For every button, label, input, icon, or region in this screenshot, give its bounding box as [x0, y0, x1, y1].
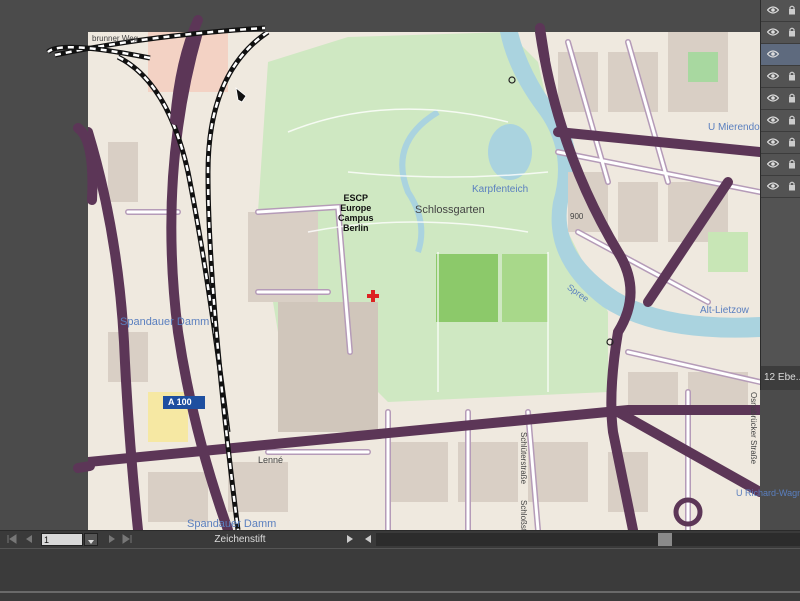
workspace: brunner Weg ESCP Europe Campus Berlin Sc… [0, 0, 800, 548]
label-richard-wagner: U Richard-Wagner-Platz [736, 488, 800, 498]
layer-row[interactable] [761, 44, 800, 66]
label-spandauer-damm-1: Spandauer Damm [120, 316, 210, 328]
building [108, 142, 138, 202]
label-spandauer-damm-2: Spandauer Damm [187, 518, 277, 530]
first-page-icon[interactable] [7, 534, 17, 544]
green-block [708, 232, 748, 272]
bottom-panel [0, 548, 800, 601]
eye-icon[interactable] [767, 115, 779, 125]
layer-count-label: 12 Ebe... [761, 366, 800, 390]
label-park: Schlossgarten [415, 204, 485, 216]
map-canvas[interactable] [88, 32, 760, 530]
lawn-left [436, 254, 498, 322]
status-bar: 1 Zeichenstift [0, 530, 800, 548]
label-lenne: Lenné [258, 455, 284, 465]
page-dropdown[interactable] [84, 533, 98, 546]
layers-panel: 12 Ebe... [760, 0, 800, 390]
lock-icon[interactable] [788, 93, 796, 103]
eye-icon[interactable] [767, 27, 779, 37]
lock-icon[interactable] [788, 71, 796, 81]
lock-icon[interactable] [788, 159, 796, 169]
map-svg [88, 32, 760, 530]
layer-row[interactable] [761, 176, 800, 198]
label-lake: Karpfenteich [472, 184, 529, 195]
label-number: 900 [570, 212, 584, 221]
building [278, 302, 378, 432]
layer-row[interactable] [761, 0, 800, 22]
scroll-left-icon[interactable] [363, 534, 373, 544]
horizontal-scrollbar[interactable] [376, 533, 800, 546]
label-highway: A 100 [168, 397, 192, 407]
eye-icon[interactable] [767, 93, 779, 103]
label-osnabruecker: Osnabrücker Straße [749, 392, 758, 465]
label-schlueterstrasse: Schlüterstraße [519, 432, 528, 485]
page-number-input[interactable]: 1 [41, 533, 83, 546]
eye-icon[interactable] [767, 71, 779, 81]
lock-icon[interactable] [788, 5, 796, 15]
current-tool-label: Zeichenstift [214, 534, 266, 545]
green-block [688, 52, 718, 82]
layer-row[interactable] [761, 132, 800, 154]
eye-icon[interactable] [767, 49, 779, 59]
layer-row[interactable] [761, 154, 800, 176]
lock-icon[interactable] [788, 181, 796, 191]
lock-icon[interactable] [788, 137, 796, 147]
layer-row[interactable] [761, 22, 800, 44]
layer-row[interactable] [761, 88, 800, 110]
chevron-down-icon [88, 540, 94, 544]
lawn-right [502, 254, 548, 322]
last-page-icon[interactable] [122, 534, 132, 544]
eye-icon[interactable] [767, 5, 779, 15]
layer-row[interactable] [761, 66, 800, 88]
scrollbar-thumb[interactable] [658, 533, 672, 546]
layer-row[interactable] [761, 110, 800, 132]
lock-icon[interactable] [788, 115, 796, 125]
lake-karpfenteich [488, 124, 532, 180]
label-alt-lietzow: Alt-Lietzow [700, 305, 749, 316]
status-menu-icon[interactable] [345, 534, 355, 544]
label-school: ESCP Europe Campus Berlin [338, 193, 374, 233]
building [248, 212, 318, 302]
label-street-top: brunner Weg [92, 34, 139, 43]
lock-icon[interactable] [788, 27, 796, 37]
divider [0, 591, 800, 593]
eye-icon[interactable] [767, 181, 779, 191]
eye-icon[interactable] [767, 159, 779, 169]
prev-page-icon[interactable] [24, 534, 34, 544]
next-page-icon[interactable] [107, 534, 117, 544]
eye-icon[interactable] [767, 137, 779, 147]
